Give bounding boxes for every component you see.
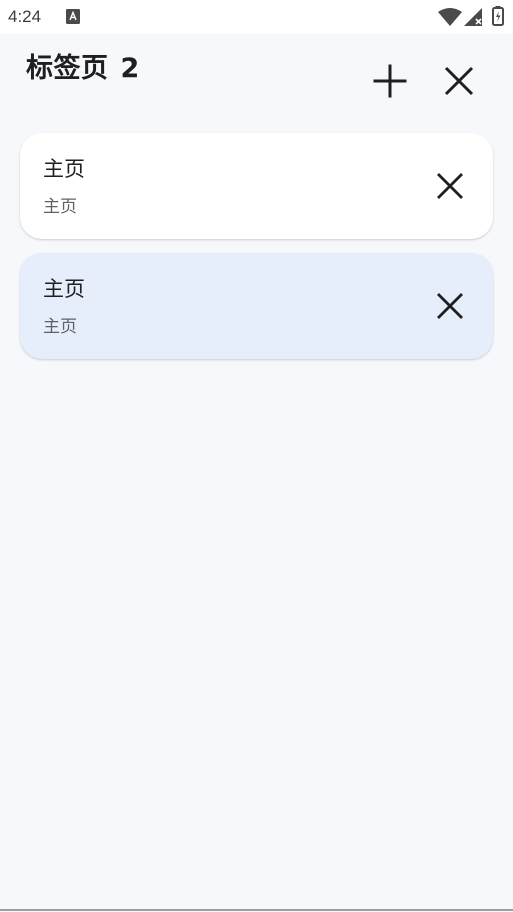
- tab-subtitle: 主页: [43, 197, 77, 217]
- close-icon: [444, 66, 474, 96]
- tab-list: 主页 主页 主页 主页: [20, 133, 493, 373]
- status-bar: 4:24: [0, 0, 513, 34]
- status-time: 4:24: [8, 7, 42, 26]
- tab-subtitle: 主页: [43, 317, 77, 337]
- tab-card-active[interactable]: 主页 主页: [20, 253, 493, 359]
- page-title-text: 标签页: [26, 53, 109, 84]
- notification-a-icon: [66, 9, 80, 24]
- tab-card[interactable]: 主页 主页: [20, 133, 493, 239]
- add-tab-button[interactable]: [367, 58, 413, 104]
- tab-title: 主页: [43, 157, 85, 181]
- close-icon: [437, 173, 463, 199]
- page-title: 标签页 2: [26, 46, 140, 85]
- wifi-icon: [438, 8, 462, 26]
- close-tab-button[interactable]: [427, 163, 473, 209]
- bottom-divider: [0, 909, 513, 911]
- close-all-tabs-button[interactable]: [436, 58, 482, 104]
- close-icon: [437, 293, 463, 319]
- tab-title: 主页: [43, 277, 85, 301]
- plus-icon: [373, 64, 407, 98]
- tab-count: 2: [120, 53, 140, 84]
- close-tab-button[interactable]: [427, 283, 473, 329]
- signal-icon: [464, 8, 482, 26]
- battery-icon: [492, 6, 504, 26]
